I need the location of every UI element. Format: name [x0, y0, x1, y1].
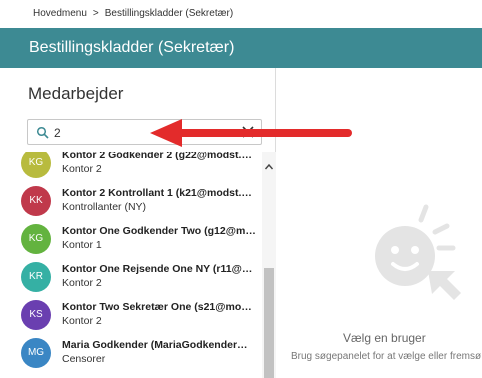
page-title: Bestillingskladder (Sekretær) — [29, 39, 235, 56]
avatar: MG — [21, 338, 51, 368]
panel-title: Medarbejder — [28, 84, 124, 103]
page-header: Bestillingskladder (Sekretær) — [0, 28, 482, 68]
list-item[interactable]: KR Kontor One Rejsende One NY (r11@modst… — [12, 258, 262, 296]
smiley-cursor-icon — [375, 204, 461, 300]
employee-name: Kontor One Rejsende One NY (r11@modst.dk… — [62, 263, 257, 275]
employee-department: Kontor 1 — [62, 239, 102, 251]
employee-name: Kontor Two Sekretær One (s21@modst.dk) — [62, 301, 257, 313]
employee-department: Kontor 2 — [62, 315, 102, 327]
search-icon — [36, 126, 49, 139]
list-item[interactable]: KS Kontor Two Sekretær One (s21@modst.dk… — [12, 296, 262, 334]
employee-name: Kontor 2 Kontrollant 1 (k21@modst.dk) — [62, 187, 257, 199]
scrollbar-thumb[interactable] — [264, 268, 274, 378]
list-item[interactable]: KK Kontor 2 Kontrollant 1 (k21@modst.dk)… — [12, 182, 262, 220]
avatar: KK — [21, 186, 51, 216]
avatar: KG — [21, 224, 51, 254]
breadcrumb-separator: > — [92, 8, 99, 19]
breadcrumb-current: Bestillingskladder (Sekretær) — [104, 8, 234, 19]
avatar: KR — [21, 262, 51, 292]
list-item[interactable]: KG Kontor 2 Godkender 2 (g22@modst.dk) K… — [12, 152, 262, 182]
employee-name: Maria Godkender (MariaGodkender@modst.dk… — [62, 339, 257, 351]
list-item[interactable]: MG Maria Godkender (MariaGodkender@modst… — [12, 334, 262, 372]
employee-department: Kontor 2 — [62, 277, 102, 289]
employee-department: Kontrollanter (NY) — [62, 201, 147, 213]
breadcrumb: Hovedmenu > Bestillingskladder (Sekretær) — [0, 0, 482, 28]
employee-name: Kontor One Godkender Two (g12@modst.dk) — [62, 225, 257, 237]
avatar: KG — [21, 152, 51, 178]
employee-name: Kontor 2 Godkender 2 (g22@modst.dk) — [62, 152, 257, 161]
avatar: KS — [21, 300, 51, 330]
employee-department: Censorer — [62, 353, 106, 365]
employee-department: Kontor 2 — [62, 163, 102, 175]
chevron-up-icon[interactable] — [264, 162, 274, 172]
employee-list: KG Kontor 2 Godkender 2 (g22@modst.dk) K… — [12, 152, 262, 378]
list-scrollbar[interactable] — [262, 152, 276, 378]
breadcrumb-home[interactable]: Hovedmenu — [33, 8, 87, 19]
empty-state-title: Vælg en bruger — [343, 331, 426, 345]
red-arrow-icon — [150, 119, 352, 147]
empty-state-subtitle: Brug søgepanelet for at vælge eller frem… — [291, 351, 482, 362]
list-item[interactable]: KG Kontor One Godkender Two (g12@modst.d… — [12, 220, 262, 258]
